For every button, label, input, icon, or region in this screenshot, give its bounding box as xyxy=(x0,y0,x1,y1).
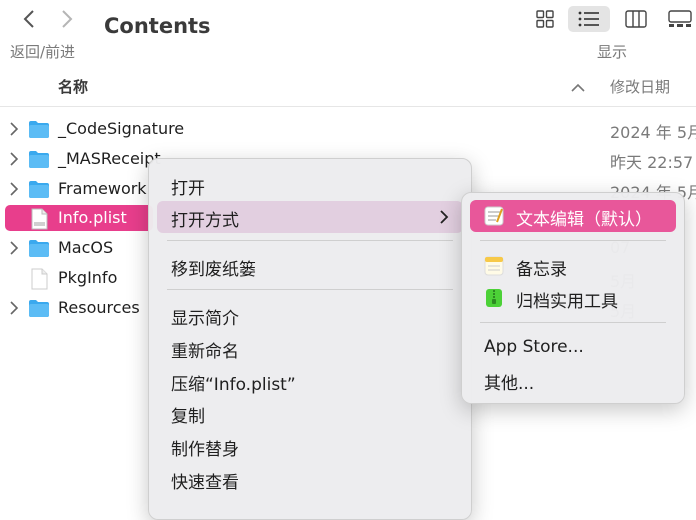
file-name: Info.plist xyxy=(58,208,127,227)
menu-separator xyxy=(167,289,453,290)
disclosure-chevron-icon[interactable] xyxy=(9,121,21,137)
menu-separator xyxy=(167,240,453,241)
menu-item-rename[interactable]: 重新命名 xyxy=(157,332,463,364)
submenu-item-archive-utility[interactable]: 归档实用工具 xyxy=(470,282,676,314)
folder-icon xyxy=(28,149,50,169)
plist-file-icon xyxy=(28,208,50,230)
context-menu: 打开 打开方式 移到废纸篓 显示简介 重新命名 压缩“Info.plist” 复… xyxy=(148,158,472,520)
window-title: Contents xyxy=(104,14,211,38)
menu-item-move-to-trash[interactable]: 移到废纸篓 xyxy=(157,250,463,282)
name-column-header[interactable]: 名称 xyxy=(58,76,88,97)
menu-item-make-alias[interactable]: 制作替身 xyxy=(157,430,463,462)
disclosure-chevron-icon[interactable] xyxy=(9,240,21,256)
menu-item-label: 复制 xyxy=(171,407,205,427)
open-with-submenu: 文本编辑（默认） 备忘录 归档实用工具 App Store... 其他... xyxy=(461,192,685,404)
disclosure-chevron-icon[interactable] xyxy=(9,300,21,316)
column-header: 名称 修改日期 xyxy=(0,66,696,107)
folder-icon xyxy=(28,179,50,199)
finder-toolbar: Contents 返回/前进 显示 xyxy=(0,0,696,67)
chevron-right-icon xyxy=(440,209,449,228)
sort-caret-icon[interactable] xyxy=(571,78,585,97)
file-name: PkgInfo xyxy=(58,268,118,287)
menu-item-label: 移到废纸篓 xyxy=(171,260,256,280)
menu-item-get-info[interactable]: 显示简介 xyxy=(157,299,463,331)
list-view-icon[interactable] xyxy=(568,6,610,32)
menu-item-duplicate[interactable]: 复制 xyxy=(157,397,463,429)
menu-item-open-with[interactable]: 打开方式 xyxy=(157,201,463,233)
submenu-item-label: 文本编辑（默认） xyxy=(516,210,652,230)
column-view-icon[interactable] xyxy=(620,6,652,32)
file-row[interactable]: _CodeSignature 2024 年 5月 xyxy=(0,114,696,144)
menu-item-open[interactable]: 打开 xyxy=(157,169,463,201)
gallery-view-icon[interactable] xyxy=(664,6,696,32)
disclosure-chevron-icon[interactable] xyxy=(9,151,21,167)
folder-icon xyxy=(28,298,50,318)
menu-item-label: 压缩“Info.plist” xyxy=(171,375,296,395)
folder-icon xyxy=(28,238,50,258)
submenu-item-label: 归档实用工具 xyxy=(516,292,618,312)
menu-item-label: 重新命名 xyxy=(171,342,239,362)
menu-item-label: 打开 xyxy=(171,179,205,199)
file-date: 2024 年 5月 xyxy=(610,123,696,142)
back-arrow-icon[interactable] xyxy=(18,8,40,30)
document-icon xyxy=(28,268,50,290)
submenu-item-label: App Store... xyxy=(484,337,584,357)
submenu-item-other[interactable]: 其他... xyxy=(470,364,676,396)
menu-item-label: 显示简介 xyxy=(171,309,239,329)
file-name: Resources xyxy=(58,298,140,317)
back-forward-label: 返回/前进 xyxy=(10,43,76,61)
menu-separator xyxy=(480,322,666,323)
textedit-app-icon xyxy=(484,206,506,226)
file-name: Framework xyxy=(58,179,147,198)
menu-item-compress[interactable]: 压缩“Info.plist” xyxy=(157,365,463,397)
submenu-item-app-store[interactable]: App Store... xyxy=(470,332,676,364)
icon-view-icon[interactable] xyxy=(530,6,560,32)
file-date: 昨天 22:57 xyxy=(610,153,694,172)
notes-app-icon xyxy=(484,256,506,276)
submenu-item-label: 其他... xyxy=(484,374,535,394)
file-name: MacOS xyxy=(58,238,114,257)
submenu-item-textedit[interactable]: 文本编辑（默认） xyxy=(470,200,676,232)
menu-separator xyxy=(480,240,666,241)
submenu-item-label: 备忘录 xyxy=(516,260,567,280)
file-name: _CodeSignature xyxy=(58,119,185,138)
submenu-item-notes[interactable]: 备忘录 xyxy=(470,250,676,282)
file-name: _MASReceipt xyxy=(58,149,161,168)
folder-icon xyxy=(28,119,50,139)
menu-item-quick-look[interactable]: 快速查看 xyxy=(157,463,463,495)
disclosure-chevron-icon[interactable] xyxy=(9,181,21,197)
forward-arrow-icon[interactable] xyxy=(56,8,78,30)
display-label: 显示 xyxy=(597,43,628,61)
menu-item-label: 快速查看 xyxy=(171,473,239,493)
date-column-header[interactable]: 修改日期 xyxy=(610,76,670,97)
archive-utility-icon xyxy=(484,288,506,308)
menu-item-label: 制作替身 xyxy=(171,440,239,460)
menu-item-label: 打开方式 xyxy=(171,211,239,231)
